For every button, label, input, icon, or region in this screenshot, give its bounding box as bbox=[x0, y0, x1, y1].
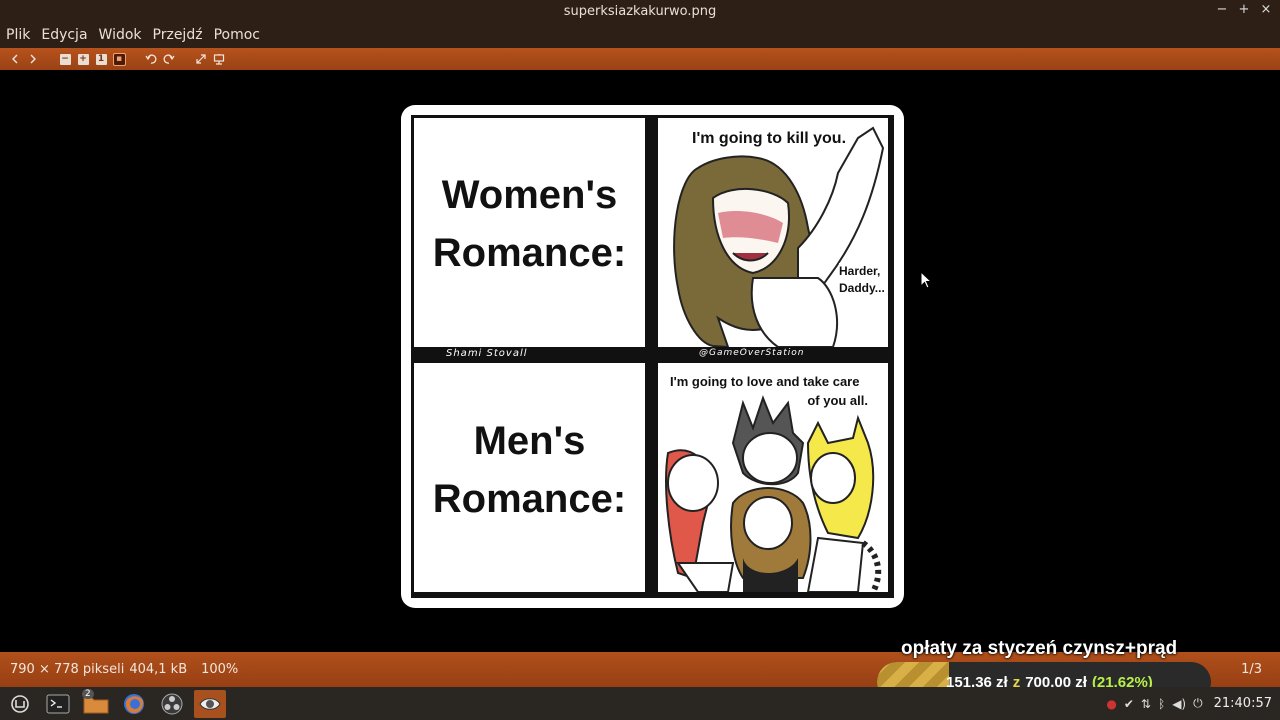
update-icon[interactable]: ✔ bbox=[1124, 697, 1134, 711]
menu-view[interactable]: Widok bbox=[99, 27, 142, 43]
zoom-in-icon[interactable]: + bbox=[74, 51, 92, 67]
mouse-cursor-icon bbox=[920, 271, 932, 289]
system-tray: ● ✔ ⇅ ᛒ ◀) ⏻ 21:40:57 bbox=[1106, 687, 1272, 720]
files-badge: 2 bbox=[82, 688, 94, 699]
label-mens: Men's Romance: bbox=[432, 419, 627, 521]
window-controls: − + × bbox=[1216, 2, 1272, 17]
window-title: superksiazkakurwo.png bbox=[563, 3, 717, 19]
zoom-fit-icon[interactable]: ▪ bbox=[110, 51, 128, 67]
displayed-image: Women's Romance: I'm going to kill you. … bbox=[401, 105, 904, 608]
obs-icon[interactable] bbox=[156, 690, 188, 718]
back-arrow-icon[interactable] bbox=[6, 51, 24, 67]
comic-frame: Women's Romance: I'm going to kill you. … bbox=[411, 115, 894, 598]
minimize-button[interactable]: − bbox=[1216, 2, 1228, 17]
label-womens: Women's Romance: bbox=[432, 173, 627, 275]
mens-romance-illustration bbox=[665, 395, 882, 592]
taskbar: 2 ● ✔ ⇅ ᛒ ◀) ⏻ 21:40:57 bbox=[0, 687, 1280, 720]
network-icon[interactable]: ⇅ bbox=[1141, 697, 1151, 711]
menu-help[interactable]: Pomoc bbox=[214, 27, 260, 43]
rotate-right-icon[interactable] bbox=[160, 51, 178, 67]
zoom-normal-icon[interactable]: 1 bbox=[92, 51, 110, 67]
zoom-level: 100% bbox=[201, 662, 239, 677]
title-bar: superksiazkakurwo.png − + × bbox=[0, 0, 1280, 22]
zoom-out-icon[interactable]: − bbox=[56, 51, 74, 67]
file-size: 404,1 kB bbox=[129, 662, 188, 677]
menu-bar: Plik Edycja Widok Przejdź Pomoc bbox=[0, 22, 1280, 48]
files-icon[interactable]: 2 bbox=[80, 688, 112, 718]
womens-romance-illustration bbox=[673, 126, 885, 347]
volume-icon[interactable]: ◀) bbox=[1172, 697, 1186, 711]
menu-file[interactable]: Plik bbox=[6, 27, 30, 43]
panel-womens-label: Women's Romance: bbox=[414, 118, 645, 347]
toolbar: − + 1 ▪ bbox=[0, 48, 1280, 70]
menu-edit[interactable]: Edycja bbox=[41, 27, 87, 43]
panel-mens-label: Men's Romance: bbox=[414, 363, 645, 592]
maximize-button[interactable]: + bbox=[1238, 2, 1250, 17]
firefox-icon[interactable] bbox=[118, 690, 150, 718]
fullscreen-icon[interactable] bbox=[192, 51, 210, 67]
slideshow-icon[interactable] bbox=[210, 51, 228, 67]
notification-icon[interactable]: ● bbox=[1106, 697, 1116, 711]
power-icon[interactable]: ⏻ bbox=[1193, 696, 1203, 711]
image-viewer-icon[interactable] bbox=[194, 689, 226, 718]
panel-womens-art: I'm going to kill you. Harder, Daddy... bbox=[658, 118, 888, 347]
speech-harder: Harder, Daddy... bbox=[839, 263, 885, 297]
menu-icon[interactable] bbox=[4, 690, 36, 718]
terminal-icon[interactable] bbox=[42, 690, 74, 718]
menu-go[interactable]: Przejdź bbox=[153, 27, 203, 43]
credit-station: @GameOverStation bbox=[699, 348, 805, 358]
donation-goal-title: opłaty za styczeń czynsz+prąd bbox=[901, 638, 1178, 659]
close-button[interactable]: × bbox=[1260, 2, 1272, 17]
clock[interactable]: 21:40:57 bbox=[1214, 696, 1272, 711]
rotate-left-icon[interactable] bbox=[142, 51, 160, 67]
panel-mens-art: I'm going to love and take care of you a… bbox=[658, 363, 888, 592]
bluetooth-icon[interactable]: ᛒ bbox=[1158, 697, 1165, 711]
credit-artist: Shami Stovall bbox=[446, 348, 528, 359]
forward-arrow-icon[interactable] bbox=[24, 51, 42, 67]
image-dimensions: 790 × 778 pikseli bbox=[10, 662, 125, 677]
page-counter: 1/3 bbox=[1241, 662, 1262, 677]
